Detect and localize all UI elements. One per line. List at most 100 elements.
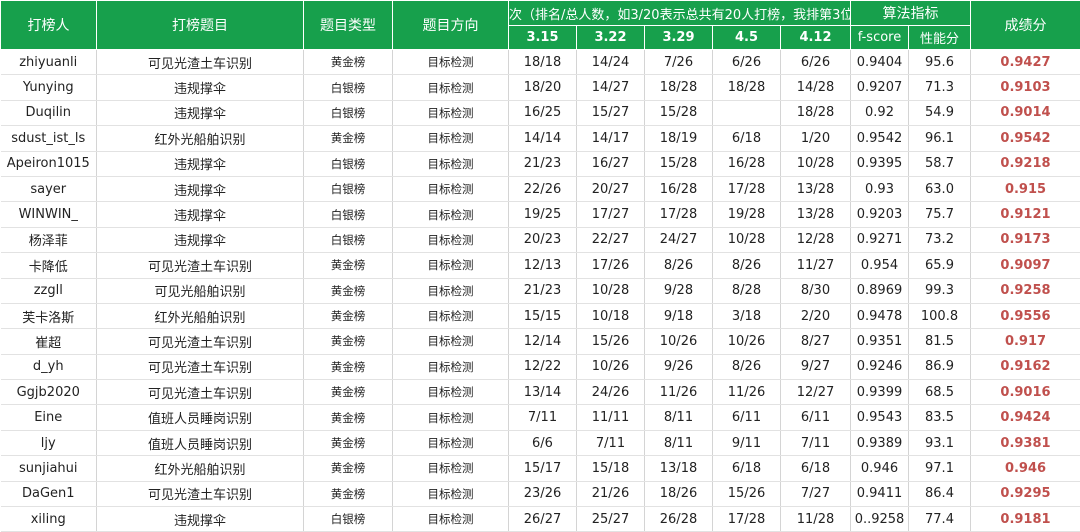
score-cell: 0.9427 bbox=[971, 50, 1080, 75]
topic-cell: 违规撑伞 bbox=[97, 75, 304, 100]
type-cell: 黄金榜 bbox=[304, 329, 393, 354]
header-topic: 打榜题目 bbox=[97, 1, 304, 50]
rank-cell: 7/26 bbox=[645, 50, 713, 75]
perf-cell: 83.5 bbox=[909, 405, 971, 430]
rank-cell: 10/26 bbox=[713, 329, 781, 354]
rank-cell: 21/23 bbox=[509, 151, 577, 176]
fscore-cell: 0.9351 bbox=[851, 329, 909, 354]
rank-cell: 13/28 bbox=[781, 202, 851, 227]
rank-cell: 18/20 bbox=[509, 75, 577, 100]
rank-cell: 7/11 bbox=[509, 405, 577, 430]
player-cell: DaGen1 bbox=[1, 481, 97, 506]
rank-cell: 2/20 bbox=[781, 303, 851, 328]
rank-cell: 18/28 bbox=[713, 75, 781, 100]
direction-cell: 目标检测 bbox=[393, 354, 509, 379]
perf-cell: 96.1 bbox=[909, 126, 971, 151]
rank-cell: 14/27 bbox=[577, 75, 645, 100]
score-cell: 0.9016 bbox=[971, 380, 1080, 405]
header-score: 成绩分 bbox=[971, 1, 1080, 50]
header-date: 3.22 bbox=[577, 26, 645, 50]
rank-cell: 17/28 bbox=[713, 176, 781, 201]
score-cell: 0.9258 bbox=[971, 278, 1080, 303]
rank-cell: 13/28 bbox=[781, 176, 851, 201]
table-row: zzgll可见光船舶识别黄金榜目标检测21/2310/289/288/288/3… bbox=[1, 278, 1080, 303]
rank-cell: 8/26 bbox=[645, 253, 713, 278]
topic-cell: 违规撑伞 bbox=[97, 176, 304, 201]
rank-cell: 26/27 bbox=[509, 507, 577, 532]
fscore-cell: 0.9478 bbox=[851, 303, 909, 328]
perf-cell: 81.5 bbox=[909, 329, 971, 354]
rank-cell: 9/27 bbox=[781, 354, 851, 379]
player-cell: sdust_ist_ls bbox=[1, 126, 97, 151]
rank-cell: 15/27 bbox=[577, 100, 645, 125]
score-cell: 0.917 bbox=[971, 329, 1080, 354]
player-cell: WINWIN_ bbox=[1, 202, 97, 227]
direction-cell: 目标检测 bbox=[393, 75, 509, 100]
direction-cell: 目标检测 bbox=[393, 253, 509, 278]
player-cell: 芙卡洛斯 bbox=[1, 303, 97, 328]
score-cell: 0.9014 bbox=[971, 100, 1080, 125]
type-cell: 黄金榜 bbox=[304, 430, 393, 455]
topic-cell: 违规撑伞 bbox=[97, 100, 304, 125]
header-date: 3.15 bbox=[509, 26, 577, 50]
rank-cell: 17/26 bbox=[577, 253, 645, 278]
perf-cell: 63.0 bbox=[909, 176, 971, 201]
player-cell: d_yh bbox=[1, 354, 97, 379]
rank-cell: 13/14 bbox=[509, 380, 577, 405]
header-date: 3.29 bbox=[645, 26, 713, 50]
player-cell: zhiyuanli bbox=[1, 50, 97, 75]
rank-cell: 12/13 bbox=[509, 253, 577, 278]
table-row: Eine值班人员睡岗识别黄金榜目标检测7/1111/118/116/116/11… bbox=[1, 405, 1080, 430]
direction-cell: 目标检测 bbox=[393, 507, 509, 532]
table-row: 杨泽菲违规撑伞白银榜目标检测20/2322/2724/2710/2812/280… bbox=[1, 227, 1080, 252]
header-rank-group: 次（排名/总人数，如3/20表示总共有20人打榜，我排第3位 bbox=[509, 1, 851, 26]
rank-cell: 19/25 bbox=[509, 202, 577, 227]
fscore-cell: 0..9258 bbox=[851, 507, 909, 532]
type-cell: 白银榜 bbox=[304, 202, 393, 227]
player-cell: Eine bbox=[1, 405, 97, 430]
rank-cell: 11/28 bbox=[781, 507, 851, 532]
score-cell: 0.9556 bbox=[971, 303, 1080, 328]
rank-cell: 22/26 bbox=[509, 176, 577, 201]
rank-cell: 16/27 bbox=[577, 151, 645, 176]
player-cell: zzgll bbox=[1, 278, 97, 303]
type-cell: 黄金榜 bbox=[304, 278, 393, 303]
perf-cell: 86.9 bbox=[909, 354, 971, 379]
fscore-cell: 0.9543 bbox=[851, 405, 909, 430]
direction-cell: 目标检测 bbox=[393, 202, 509, 227]
rank-cell: 15/28 bbox=[645, 151, 713, 176]
rank-cell: 10/28 bbox=[577, 278, 645, 303]
topic-cell: 违规撑伞 bbox=[97, 202, 304, 227]
rank-cell: 15/15 bbox=[509, 303, 577, 328]
player-cell: Ggjb2020 bbox=[1, 380, 97, 405]
perf-cell: 99.3 bbox=[909, 278, 971, 303]
direction-cell: 目标检测 bbox=[393, 126, 509, 151]
rank-cell: 19/28 bbox=[713, 202, 781, 227]
perf-cell: 65.9 bbox=[909, 253, 971, 278]
player-cell: 卡降低 bbox=[1, 253, 97, 278]
header-date: 4.12 bbox=[781, 26, 851, 50]
score-cell: 0.9103 bbox=[971, 75, 1080, 100]
rank-cell: 9/11 bbox=[713, 430, 781, 455]
rank-cell: 18/18 bbox=[509, 50, 577, 75]
direction-cell: 目标检测 bbox=[393, 278, 509, 303]
rank-cell: 8/30 bbox=[781, 278, 851, 303]
rank-cell: 11/26 bbox=[645, 380, 713, 405]
rank-cell: 10/28 bbox=[781, 151, 851, 176]
perf-cell: 75.7 bbox=[909, 202, 971, 227]
fscore-cell: 0.954 bbox=[851, 253, 909, 278]
perf-cell: 71.3 bbox=[909, 75, 971, 100]
perf-cell: 54.9 bbox=[909, 100, 971, 125]
score-cell: 0.9295 bbox=[971, 481, 1080, 506]
rank-cell: 6/18 bbox=[713, 126, 781, 151]
direction-cell: 目标检测 bbox=[393, 329, 509, 354]
rank-cell: 12/14 bbox=[509, 329, 577, 354]
perf-cell: 73.2 bbox=[909, 227, 971, 252]
rank-cell: 20/23 bbox=[509, 227, 577, 252]
perf-cell: 77.4 bbox=[909, 507, 971, 532]
type-cell: 黄金榜 bbox=[304, 380, 393, 405]
type-cell: 黄金榜 bbox=[304, 126, 393, 151]
fscore-cell: 0.8969 bbox=[851, 278, 909, 303]
table-row: Duqilin违规撑伞白银榜目标检测16/2515/2715/2818/280.… bbox=[1, 100, 1080, 125]
header-date: 4.5 bbox=[713, 26, 781, 50]
